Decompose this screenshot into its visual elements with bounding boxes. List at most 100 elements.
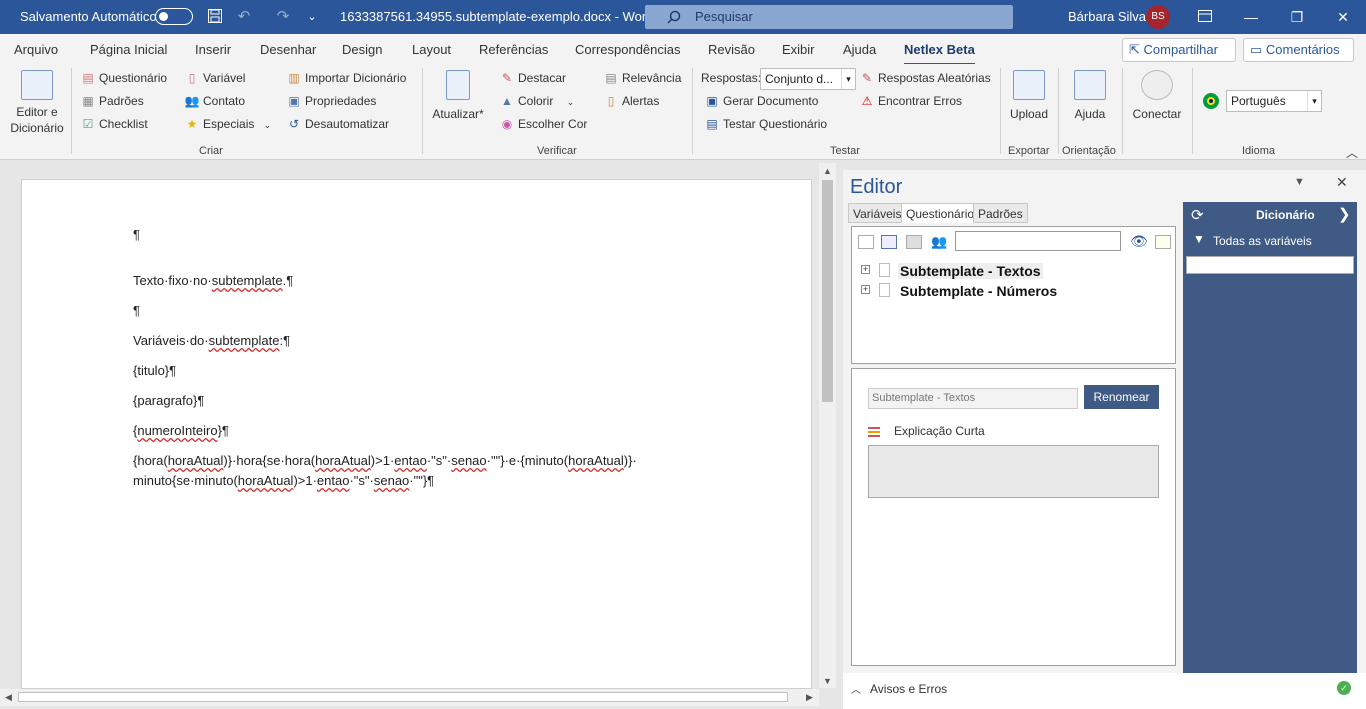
tab-referencias[interactable]: Referências [479, 42, 548, 57]
refresh-icon [446, 70, 470, 100]
gerar-documento-button[interactable]: ▣ Gerar Documento [704, 92, 818, 110]
ajuda-button[interactable]: Ajuda [1068, 70, 1112, 122]
scroll-up-icon[interactable]: ▲ [823, 166, 832, 176]
rename-button[interactable]: Renomear [1084, 385, 1159, 409]
save-icon[interactable] [206, 8, 224, 26]
customize-toolbar-icon[interactable]: ⌄ [303, 8, 321, 26]
colorir-button[interactable]: ▲ Colorir ⌄ [499, 92, 574, 110]
filter-icon[interactable]: ▼ [1193, 232, 1205, 246]
doc-line-1[interactable]: ¶ [133, 227, 140, 242]
doc-line-2[interactable]: Texto·fixo·no·subtemplate.¶ [133, 273, 293, 288]
escolher-cor-button[interactable]: ◉ Escolher Cor [499, 115, 588, 133]
respostas-aleatorias-button[interactable]: ✎ Respostas Aleatórias [859, 69, 991, 87]
eye-icon[interactable]: 👁 [1130, 233, 1148, 250]
expand-icon[interactable]: + [861, 265, 870, 274]
variavel-button[interactable]: ▯ Variável [184, 69, 246, 87]
destacar-button[interactable]: ✎ Destacar [499, 69, 566, 87]
refresh-icon[interactable]: ⟳ [1191, 206, 1204, 224]
questionario-button[interactable]: ▤ Questionário [80, 69, 167, 87]
tab-design[interactable]: Design [342, 42, 382, 57]
user-name[interactable]: Bárbara Silva [1068, 9, 1146, 24]
scroll-right-icon[interactable]: ▶ [806, 692, 813, 703]
users-icon[interactable]: 👥 [931, 235, 947, 249]
tab-exibir[interactable]: Exibir [782, 42, 815, 57]
idioma-select[interactable]: Português ▾ [1226, 90, 1322, 112]
search-placeholder: Pesquisar [695, 9, 753, 24]
warnings-label[interactable]: Avisos e Erros [870, 682, 947, 696]
horizontal-scroll-thumb[interactable] [18, 692, 788, 702]
minimize-icon[interactable]: — [1240, 6, 1262, 28]
doc-line-7[interactable]: {numeroInteiro}¶ [133, 423, 229, 438]
testar-questionario-button[interactable]: ▤ Testar Questionário [704, 115, 827, 133]
tab-layout[interactable]: Layout [412, 42, 451, 57]
doc-line-9[interactable]: minuto{se·minuto(horaAtual)>1·entao·"s"·… [133, 473, 434, 488]
tree-search-input[interactable] [955, 231, 1121, 251]
checklist-button[interactable]: ☑ Checklist [80, 115, 148, 133]
undo-icon[interactable]: ↶ [235, 8, 253, 26]
vertical-scroll-thumb[interactable] [822, 180, 833, 402]
tab-pagina-inicial[interactable]: Página Inicial [90, 42, 167, 57]
tab-netlex-beta[interactable]: Netlex Beta [904, 42, 975, 66]
upload-button[interactable]: Upload [1006, 70, 1052, 122]
redo-icon[interactable]: ↷ [274, 8, 292, 26]
tab-questionario[interactable]: Questionário [901, 203, 980, 223]
doc-line-5[interactable]: {titulo}¶ [133, 363, 176, 378]
tab-revisao[interactable]: Revisão [708, 42, 755, 57]
share-button[interactable]: ⇱ Compartilhar [1122, 38, 1236, 62]
propriedades-button[interactable]: ▣ Propriedades [286, 92, 376, 110]
tab-arquivo[interactable]: Arquivo [14, 42, 58, 57]
tab-padroes[interactable]: Padrões [973, 203, 1028, 223]
tab-variaveis[interactable]: Variáveis [848, 203, 907, 223]
pane-options-icon[interactable]: ▼ [1294, 176, 1305, 188]
short-explanation-textarea[interactable] [868, 445, 1159, 498]
restore-icon[interactable]: ❐ [1286, 6, 1308, 28]
scroll-down-icon[interactable]: ▼ [823, 676, 832, 686]
doc-line-3[interactable]: ¶ [133, 303, 140, 318]
notes-icon[interactable] [1155, 235, 1171, 249]
tree-item-numeros[interactable]: Subtemplate - Números [898, 283, 1059, 299]
contato-button[interactable]: 👥 Contato [184, 92, 246, 110]
relevancia-button[interactable]: ▤ Relevância [603, 69, 681, 87]
desautomatizar-label: Desautomatizar [305, 117, 390, 131]
filter-label[interactable]: Todas as variáveis [1213, 234, 1312, 248]
close-icon[interactable]: ✕ [1332, 6, 1354, 28]
expand-icon[interactable]: + [861, 285, 870, 294]
alertas-button[interactable]: ▯ Alertas [603, 92, 660, 110]
chevron-up-icon[interactable]: ︿ [851, 681, 861, 696]
atualizar-button[interactable]: Atualizar* [430, 70, 486, 122]
collapse-ribbon-icon[interactable]: ︿ [1346, 144, 1358, 161]
padroes-button[interactable]: ▦ Padrões [80, 92, 143, 110]
relevancia-label: Relevância [622, 71, 682, 85]
scroll-left-icon[interactable]: ◀ [5, 692, 12, 703]
importar-dicionario-button[interactable]: ▥ Importar Dicionário [286, 69, 406, 87]
tab-ajuda[interactable]: Ajuda [843, 42, 876, 57]
add-group-icon[interactable] [881, 235, 897, 249]
chevron-right-icon[interactable]: ❯ [1338, 205, 1351, 223]
tree-item-textos[interactable]: Subtemplate - Textos [898, 263, 1043, 279]
questionario-label: Questionário [99, 71, 168, 85]
tab-correspondencias[interactable]: Correspondências [575, 42, 681, 57]
autosave-toggle[interactable] [155, 8, 193, 25]
remove-icon[interactable] [906, 235, 922, 249]
aleatorias-label: Respostas Aleatórias [878, 71, 991, 85]
search-box[interactable]: Pesquisar [645, 5, 1013, 29]
editor-dicionario-button[interactable]: Editor e Dicionário [6, 70, 68, 136]
desautomatizar-button[interactable]: ↺ Desautomatizar [286, 115, 389, 133]
tab-desenhar[interactable]: Desenhar [260, 42, 316, 57]
tab-inserir[interactable]: Inserir [195, 42, 231, 57]
avatar[interactable]: BS [1146, 5, 1170, 29]
doc-line-4[interactable]: Variáveis·do·subtemplate:¶ [133, 333, 290, 348]
name-field[interactable]: Subtemplate - Textos [868, 388, 1078, 409]
dictionary-search-input[interactable] [1186, 256, 1354, 274]
chevron-down-icon: ▾ [841, 69, 855, 89]
doc-line-6[interactable]: {paragrafo}¶ [133, 393, 204, 408]
conectar-button[interactable]: Conectar [1128, 70, 1186, 122]
new-item-icon[interactable] [858, 235, 874, 249]
especiais-button[interactable]: ★ Especiais ⌄ [184, 115, 272, 133]
respostas-select[interactable]: Conjunto d... ▾ [760, 68, 856, 90]
doc-line-8[interactable]: {hora(horaAtual)}·hora{se·hora(horaAtual… [133, 453, 637, 468]
encontrar-erros-button[interactable]: ⚠ Encontrar Erros [859, 92, 962, 110]
close-pane-icon[interactable]: ✕ [1336, 174, 1348, 191]
ribbon-display-icon[interactable] [1194, 6, 1216, 28]
comments-button[interactable]: ▭ Comentários [1243, 38, 1354, 62]
